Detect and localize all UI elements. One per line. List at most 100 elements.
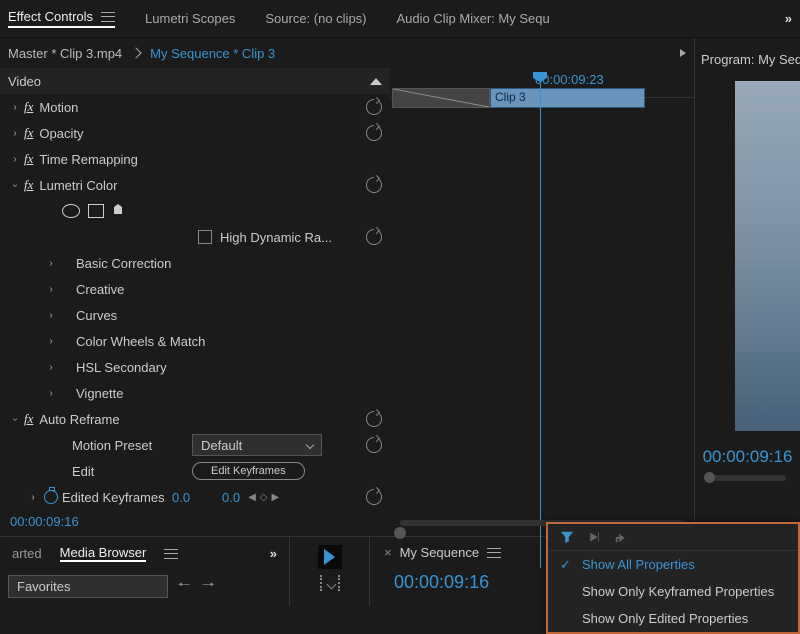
edited-keyframes-row[interactable]: › Edited Keyframes 0.0 0.0 ◀ ◇ ▶ — [0, 484, 390, 510]
top-tab-bar: Effect Controls Lumetri Scopes Source: (… — [0, 0, 800, 38]
chevron-down-icon — [306, 441, 314, 449]
share-icon[interactable] — [614, 530, 628, 544]
menu-show-edited-properties[interactable]: Show Only Edited Properties — [548, 605, 798, 632]
media-browser-panel: arted Media Browser » Favorites 🠐 🠒 — [0, 537, 290, 606]
fx-icon: fx — [24, 125, 33, 141]
effect-lumetri-color[interactable]: › fx Lumetri Color — [0, 172, 390, 198]
tabs-overflow-icon[interactable]: » — [785, 11, 792, 26]
effect-auto-reframe[interactable]: › fx Auto Reframe — [0, 406, 390, 432]
rect-mask-icon[interactable] — [88, 204, 104, 218]
playhead-head-icon[interactable] — [533, 72, 547, 82]
fx-icon: fx — [24, 99, 33, 115]
tools-panel — [290, 537, 370, 606]
tab-label: Effect Controls — [8, 9, 93, 24]
expand-right-icon[interactable]: › — [44, 336, 58, 347]
forward-arrow-icon[interactable]: 🠒 — [200, 572, 216, 600]
tab-getting-started[interactable]: arted — [12, 546, 42, 561]
footer-timecode[interactable]: 00:00:09:16 — [10, 514, 79, 529]
program-scrollbar[interactable] — [709, 475, 786, 481]
play-icon[interactable] — [680, 49, 686, 57]
effect-timeline[interactable]: 00:00:09:23 Clip 3 — [390, 68, 694, 510]
zoom-handle-left[interactable] — [394, 527, 406, 539]
prev-keyframe-icon[interactable]: ◀ — [248, 492, 256, 503]
play-only-icon[interactable] — [588, 531, 600, 543]
hamburger-icon[interactable] — [487, 548, 501, 558]
tab-effect-controls[interactable]: Effect Controls — [8, 9, 115, 28]
ellipse-mask-icon[interactable] — [62, 204, 80, 218]
filter-properties-menu: Show All Properties Show Only Keyframed … — [546, 522, 800, 634]
master-clip-label[interactable]: Master * Clip 3.mp4 — [8, 46, 122, 61]
lumetri-hsl-secondary[interactable]: › HSL Secondary — [0, 354, 390, 380]
keyframe-value-2[interactable]: 0.0 — [222, 490, 240, 505]
fx-icon: fx — [24, 151, 33, 167]
reset-icon[interactable] — [366, 411, 382, 427]
video-section-header[interactable]: Video — [0, 68, 390, 94]
properties-tree: Video › fx Motion › fx Opacity › — [0, 68, 390, 510]
back-arrow-icon[interactable]: 🠐 — [176, 572, 192, 600]
effect-time-remapping[interactable]: › fx Time Remapping — [0, 146, 390, 172]
fx-icon: fx — [24, 411, 33, 427]
favorites-dropdown[interactable]: Favorites — [8, 575, 168, 598]
tab-lumetri-scopes[interactable]: Lumetri Scopes — [145, 11, 235, 26]
stopwatch-icon[interactable] — [44, 490, 58, 504]
playhead[interactable] — [533, 72, 547, 568]
expand-right-icon[interactable]: › — [8, 154, 22, 165]
reset-icon[interactable] — [366, 229, 382, 245]
hdr-checkbox[interactable] — [198, 230, 212, 244]
add-keyframe-icon[interactable]: ◇ — [260, 492, 268, 503]
lumetri-color-wheels[interactable]: › Color Wheels & Match — [0, 328, 390, 354]
active-sequence-label[interactable]: My Sequence * Clip 3 — [150, 46, 275, 61]
expand-right-icon[interactable]: › — [44, 388, 58, 399]
tab-media-browser[interactable]: Media Browser — [60, 545, 147, 562]
expand-down-icon[interactable]: › — [10, 412, 21, 426]
hamburger-icon[interactable] — [164, 549, 178, 559]
next-keyframe-icon[interactable]: ▶ — [271, 492, 279, 503]
tab-audio-mixer[interactable]: Audio Clip Mixer: My Sequ — [397, 11, 550, 26]
edit-keyframes-button[interactable]: Edit Keyframes — [192, 462, 305, 480]
transition-bar[interactable] — [392, 88, 490, 108]
expand-down-icon[interactable]: › — [10, 178, 21, 192]
reset-icon[interactable] — [366, 489, 382, 505]
track-select-tool-icon[interactable] — [320, 575, 340, 591]
selection-tool-icon[interactable] — [318, 545, 342, 569]
motion-preset-dropdown[interactable]: Default — [192, 434, 322, 456]
expand-right-icon[interactable]: › — [44, 258, 58, 269]
effect-motion[interactable]: › fx Motion — [0, 94, 390, 120]
expand-right-icon[interactable]: › — [44, 362, 58, 373]
reset-icon[interactable] — [366, 177, 382, 193]
chevron-down-icon[interactable] — [130, 47, 141, 58]
program-timecode[interactable]: 00:00:09:16 — [695, 447, 800, 467]
hamburger-icon[interactable] — [101, 12, 115, 22]
program-preview[interactable] — [735, 81, 800, 431]
tab-program[interactable]: Program: My Seque — [695, 42, 800, 73]
filter-icon[interactable] — [560, 530, 574, 544]
keyframe-nav: ◀ ◇ ▶ — [248, 492, 279, 503]
expand-right-icon[interactable]: › — [8, 102, 22, 113]
lumetri-creative[interactable]: › Creative — [0, 276, 390, 302]
close-icon[interactable]: × — [384, 545, 392, 560]
clip-bar[interactable]: Clip 3 — [490, 88, 645, 108]
effect-opacity[interactable]: › fx Opacity — [0, 120, 390, 146]
menu-show-keyframed-properties[interactable]: Show Only Keyframed Properties — [548, 578, 798, 605]
edit-row: Edit Edit Keyframes — [0, 458, 390, 484]
lumetri-vignette[interactable]: › Vignette — [0, 380, 390, 406]
expand-right-icon[interactable]: › — [26, 492, 40, 503]
sequence-tab[interactable]: My Sequence — [400, 545, 480, 560]
expand-right-icon[interactable]: › — [8, 128, 22, 139]
lumetri-curves[interactable]: › Curves — [0, 302, 390, 328]
expand-right-icon[interactable]: › — [44, 284, 58, 295]
mask-shapes-row — [0, 198, 390, 224]
pen-mask-icon[interactable] — [112, 204, 126, 218]
lumetri-basic-correction[interactable]: › Basic Correction — [0, 250, 390, 276]
collapse-up-icon[interactable] — [370, 78, 382, 85]
fx-icon: fx — [24, 177, 33, 193]
keyframe-value-1[interactable]: 0.0 — [172, 490, 222, 505]
reset-icon[interactable] — [366, 437, 382, 453]
menu-show-all-properties[interactable]: Show All Properties — [548, 551, 798, 578]
tabs-overflow-icon[interactable]: » — [270, 546, 277, 561]
tab-source[interactable]: Source: (no clips) — [265, 11, 366, 26]
motion-preset-row: Motion Preset Default — [0, 432, 390, 458]
reset-icon[interactable] — [366, 99, 382, 115]
reset-icon[interactable] — [366, 125, 382, 141]
expand-right-icon[interactable]: › — [44, 310, 58, 321]
